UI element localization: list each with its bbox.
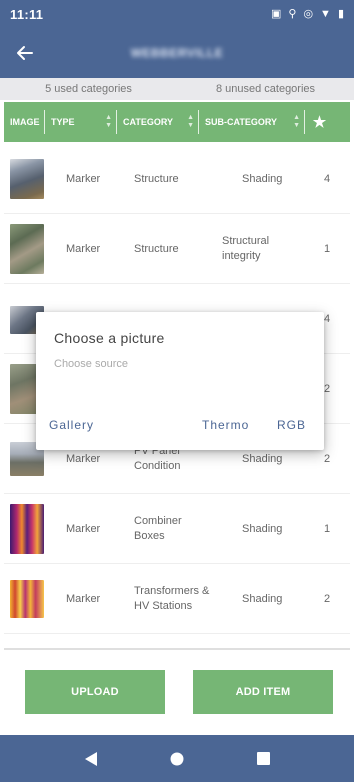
system-nav-bar [0,735,354,782]
row-subcategory: Shading [242,172,283,185]
divider [4,648,350,650]
row-count: 1 [324,522,331,535]
column-header-star[interactable]: ★ [304,110,334,134]
category-summary: 5 used categories 8 unused categories [0,78,354,100]
column-header-type[interactable]: TYPE ▲ ▼ [44,110,116,134]
row-count: 4 [324,172,331,185]
row-subcategory: Shading [242,452,283,465]
row-count: 2 [324,452,331,465]
star-icon: ★ [312,114,327,131]
row-subcategory: Structural integrity [222,235,270,262]
table-row[interactable]: Marker Structure Shading 4 [4,144,350,214]
status-icons: ▣ ⚲ ◎ ▼ ▮ [270,7,344,20]
choose-picture-dialog: Choose a picture Choose source Gallery T… [36,312,324,450]
battery-icon: ▮ [337,7,344,20]
column-header-label: IMAGE [10,117,40,127]
arrow-left-icon [17,46,33,60]
row-count: 1 [324,242,331,255]
wifi-icon: ▼ [320,7,331,20]
nav-home-button[interactable] [157,739,197,779]
column-header-subcategory[interactable]: SUB-CATEGORY ▲ ▼ [198,110,304,134]
column-header-label: TYPE [51,117,75,127]
row-category: Transformers & HV Stations [134,585,210,612]
thermo-button[interactable]: Thermo [202,418,249,432]
status-time: 11:11 [10,6,44,22]
table-row[interactable]: Marker Transformers & HV Stations Shadin… [4,564,350,634]
table-row[interactable]: Marker Structure Structural integrity 1 [4,214,350,284]
row-type: Marker [66,452,101,465]
sort-icon: ▲ ▼ [293,114,300,129]
row-category: Combiner Boxes [134,515,182,542]
gallery-button[interactable]: Gallery [49,418,94,432]
table-row[interactable]: Marker Combiner Boxes Shading 1 [4,494,350,564]
row-category: Structure [134,242,179,255]
square-recents-icon [256,752,270,765]
triangle-back-icon [85,751,97,766]
row-thumbnail [10,224,44,274]
column-header-label: CATEGORY [123,117,174,127]
dialog-title: Choose a picture [54,330,165,346]
vibrate-icon: ◎ [303,7,314,20]
row-type: Marker [66,592,101,605]
row-thumbnail [10,504,44,554]
status-bar: 11:11 ▣ ⚲ ◎ ▼ ▮ [0,0,354,28]
row-thumbnail [10,159,44,199]
column-header-label: SUB-CATEGORY [205,117,277,127]
row-subcategory: Shading [242,592,283,605]
table-header: IMAGE TYPE ▲ ▼ CATEGORY ▲ ▼ SUB-CATEGORY ▲… [4,102,350,142]
column-header-category[interactable]: CATEGORY ▲ ▼ [116,110,198,134]
row-subcategory: Shading [242,522,283,535]
location-icon: ⚲ [288,7,297,20]
row-count: 4 [324,312,331,325]
nfc-icon: ▣ [270,7,282,20]
column-header-image[interactable]: IMAGE [4,110,44,134]
circle-home-icon [170,752,184,765]
add-item-button[interactable]: ADD ITEM [193,670,333,714]
unused-categories-count: 8 unused categories [215,83,316,95]
page-title: WEBBERVILLE [130,46,224,60]
sort-icon: ▲ ▼ [187,114,194,129]
nav-back-button[interactable] [71,739,111,779]
row-thumbnail [10,580,44,618]
row-count: 2 [324,382,331,395]
back-button[interactable] [0,28,50,78]
row-type: Marker [66,522,101,535]
row-type: Marker [66,242,101,255]
upload-button[interactable]: UPLOAD [25,670,165,714]
row-type: Marker [66,172,101,185]
used-categories-count: 5 used categories [45,83,132,95]
dialog-subtitle: Choose source [54,358,128,370]
row-count: 2 [324,592,331,605]
nav-recents-button[interactable] [243,739,283,779]
rgb-button[interactable]: RGB [277,418,306,432]
app-bar: WEBBERVILLE [0,28,354,78]
row-category: Structure [134,172,179,185]
sort-icon: ▲ ▼ [105,114,112,129]
